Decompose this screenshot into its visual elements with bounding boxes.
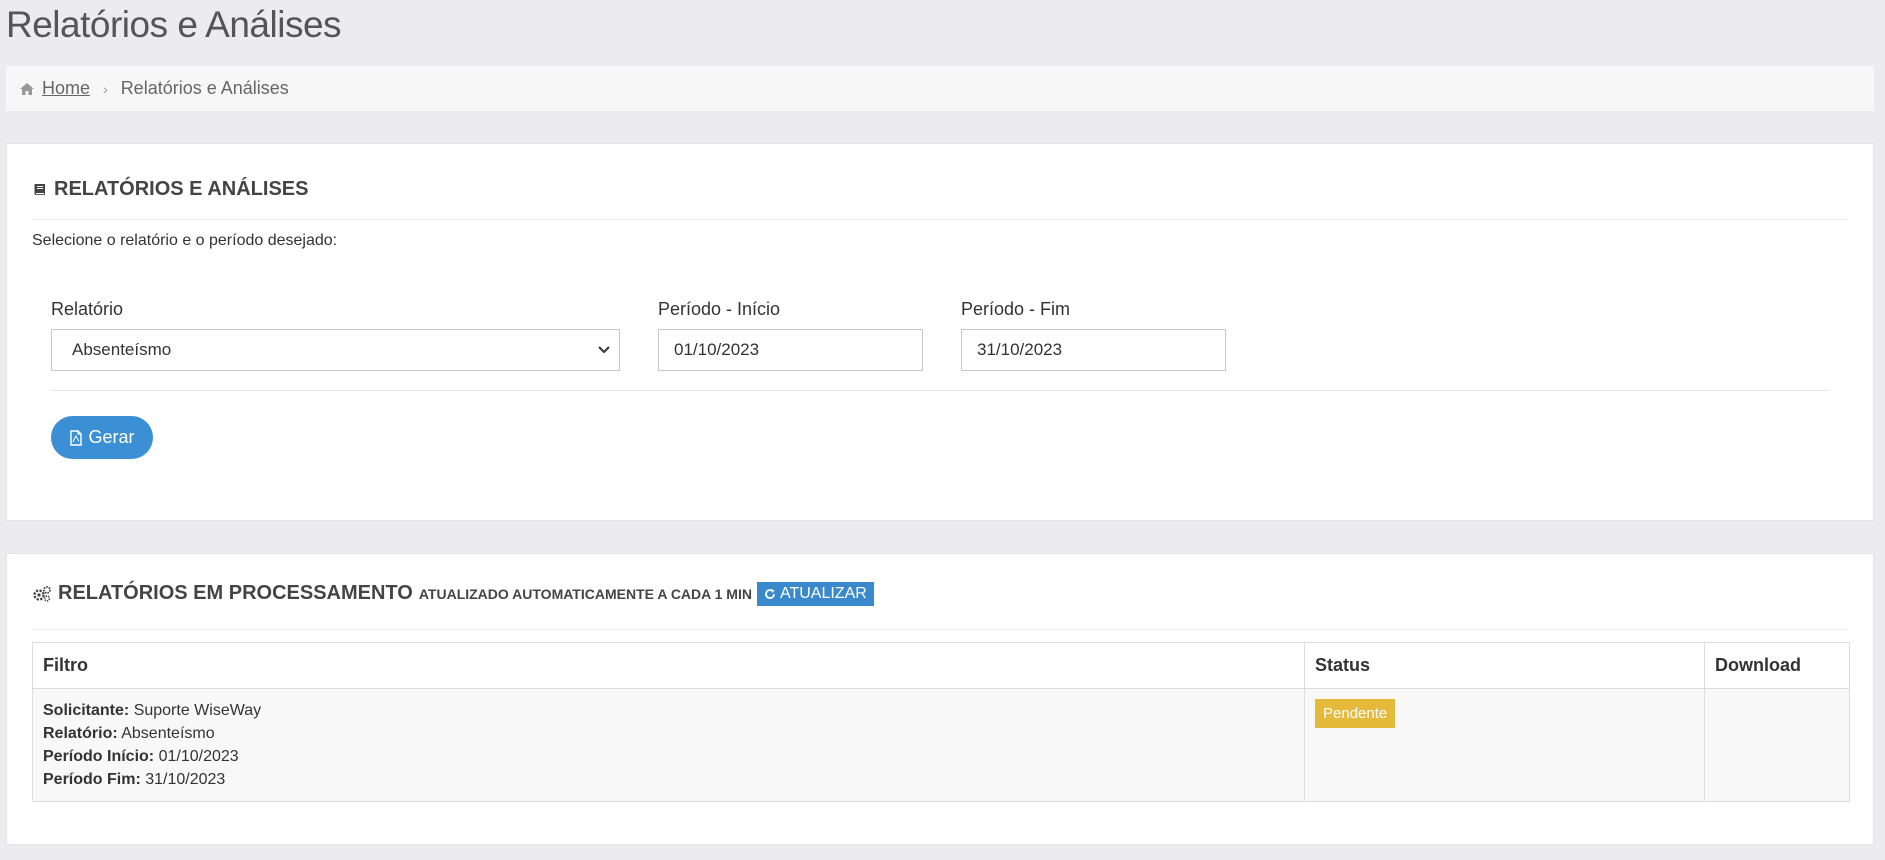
form-divider <box>51 390 1829 391</box>
refresh-icon <box>764 588 776 600</box>
download-cell <box>1704 688 1850 802</box>
report-select-value: Absenteísmo <box>72 340 172 359</box>
processing-panel: RELATÓRIOS EM PROCESSAMENTO ATUALIZADO A… <box>6 553 1874 845</box>
start-label: Período Início: <box>43 748 155 765</box>
requester-value: Suporte WiseWay <box>133 702 262 719</box>
start-date-label: Período - Início <box>658 299 781 319</box>
filter-cell: Solicitante: Suporte WiseWay Relatório: … <box>32 688 1305 802</box>
column-header-download: Download <box>1704 642 1850 689</box>
processing-table: Filtro Status Download Solicitante: Supo… <box>32 642 1850 802</box>
column-header-status: Status <box>1304 642 1705 689</box>
generate-button-label: Gerar <box>88 427 135 447</box>
report-intro-text: Selecione o relatório e o período deseja… <box>32 232 338 249</box>
breadcrumb-current: Relatórios e Análises <box>120 78 289 98</box>
end-value: 31/10/2023 <box>145 771 226 788</box>
chevron-down-icon <box>597 340 611 360</box>
report-select-label: Relatório <box>51 299 124 319</box>
auto-update-note: ATUALIZADO AUTOMATICAMENTE A CADA 1 MIN <box>418 585 752 602</box>
end-date-input[interactable]: 31/10/2023 <box>961 329 1226 371</box>
report-panel-heading: RELATÓRIOS E ANÁLISES <box>32 170 1848 220</box>
table-header-row: Filtro Status Download <box>32 642 1850 689</box>
refresh-button-label: ATUALIZAR <box>779 584 867 602</box>
table-row: Solicitante: Suporte WiseWay Relatório: … <box>32 688 1850 802</box>
breadcrumb-home-link[interactable]: Home <box>42 78 90 99</box>
status-cell: Pendente <box>1304 688 1705 802</box>
end-label: Período Fim: <box>43 771 141 788</box>
gears-icon <box>32 585 52 603</box>
end-date-label: Período - Fim <box>961 299 1071 319</box>
generate-button[interactable]: Gerar <box>51 416 153 459</box>
start-date-input[interactable]: 01/10/2023 <box>658 329 923 371</box>
home-icon <box>19 82 35 96</box>
report-value: Absenteísmo <box>121 725 215 742</box>
start-date-value: 01/10/2023 <box>674 340 760 359</box>
page-title: Relatórios e Análises <box>6 4 342 45</box>
refresh-button[interactable]: ATUALIZAR <box>756 581 874 606</box>
start-value: 01/10/2023 <box>158 748 239 765</box>
report-panel-title: RELATÓRIOS E ANÁLISES <box>54 178 309 200</box>
column-header-filter: Filtro <box>32 642 1305 689</box>
status-badge: Pendente <box>1315 699 1396 728</box>
breadcrumb: Home › Relatórios e Análises <box>6 66 1874 111</box>
chevron-right-icon: › <box>103 80 108 97</box>
end-date-value: 31/10/2023 <box>977 340 1063 359</box>
processing-panel-heading: RELATÓRIOS EM PROCESSAMENTO ATUALIZADO A… <box>32 568 1848 630</box>
report-label: Relatório: <box>43 725 118 742</box>
pdf-file-icon <box>69 429 83 446</box>
book-icon <box>32 182 48 198</box>
requester-label: Solicitante: <box>43 702 130 719</box>
report-select[interactable]: Absenteísmo <box>51 329 620 371</box>
processing-panel-title: RELATÓRIOS EM PROCESSAMENTO <box>58 582 413 604</box>
report-panel: RELATÓRIOS E ANÁLISES Selecione o relató… <box>6 143 1874 521</box>
